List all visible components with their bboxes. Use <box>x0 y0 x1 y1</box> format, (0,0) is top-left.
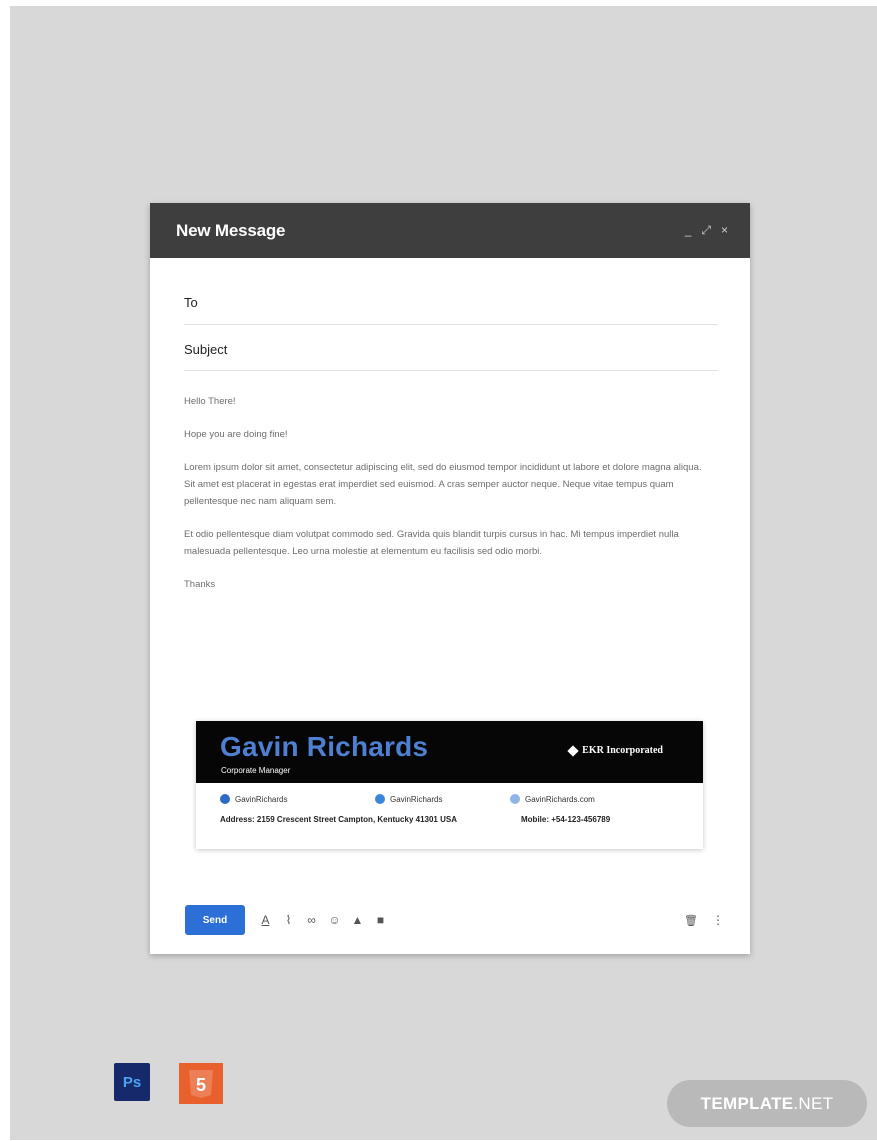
subject-field[interactable]: Subject <box>184 325 718 371</box>
compose-window: New Message _ ⤢ × To Subject Hello There… <box>150 203 750 954</box>
attach-icon[interactable]: ⌇ <box>282 913 295 927</box>
right-tools: 🗑 ⋮ <box>684 913 724 927</box>
to-label: To <box>184 295 198 310</box>
compose-toolbar: Send A ⌇ ∞ ☺ ▲ ■ 🗑 ⋮ <box>185 905 724 935</box>
message-paragraph: Lorem ipsum dolor sit amet, consectetur … <box>184 462 702 507</box>
website-link[interactable]: GavinRichards.com <box>510 794 595 804</box>
closing: Thanks <box>184 579 216 590</box>
drive-icon[interactable]: ▲ <box>351 913 364 927</box>
message-body[interactable]: Hello There! Hope you are doing fine! Lo… <box>184 393 704 609</box>
window-controls: _ ⤢ × <box>685 223 728 238</box>
close-icon[interactable]: × <box>721 223 728 238</box>
watermark-light: .NET <box>793 1093 834 1113</box>
more-options-icon[interactable]: ⋮ <box>712 913 724 927</box>
facebook-link[interactable]: GavinRichards <box>220 794 287 804</box>
to-field[interactable]: To <box>184 283 718 325</box>
globe-icon <box>510 794 520 804</box>
photo-icon[interactable]: ■ <box>374 913 387 927</box>
window-title: New Message <box>176 220 286 240</box>
link-icon[interactable]: ∞ <box>305 913 318 927</box>
emoji-icon[interactable]: ☺ <box>328 913 341 927</box>
company-logo: EKR Incorporated <box>567 744 663 757</box>
html5-label: 5 <box>196 1075 206 1095</box>
trash-icon[interactable]: 🗑 <box>684 914 698 927</box>
signature-role: Corporate Manager <box>221 766 291 775</box>
signature-mobile: Mobile: +54-123-456789 <box>521 815 611 824</box>
template-net-watermark: TEMPLATE .NET <box>667 1080 867 1127</box>
html5-badge: 5 <box>179 1063 223 1104</box>
message-line: Hope you are doing fine! <box>184 429 288 440</box>
facebook-handle: GavinRichards <box>235 794 288 804</box>
signature-address: Address: 2159 Crescent Street Campton, K… <box>220 815 457 824</box>
send-button[interactable]: Send <box>185 905 245 935</box>
watermark-bold: TEMPLATE <box>700 1093 794 1113</box>
minimize-icon[interactable]: _ <box>685 223 692 238</box>
company-diamond-icon <box>567 744 579 757</box>
facebook-icon <box>220 794 230 804</box>
signature-links: GavinRichards GavinRichards GavinRichard… <box>220 794 683 808</box>
signature-name: Gavin Richards <box>220 731 429 762</box>
twitter-handle: GavinRichards <box>390 794 443 804</box>
email-signature: Gavin Richards Corporate Manager EKR Inc… <box>196 721 703 849</box>
website-url: GavinRichards.com <box>525 794 595 804</box>
greeting: Hello There! <box>184 396 236 407</box>
format-text-icon[interactable]: A <box>259 913 272 927</box>
compose-titlebar: New Message _ ⤢ × <box>150 203 750 258</box>
twitter-link[interactable]: GavinRichards <box>375 794 442 804</box>
message-paragraph: Et odio pellentesque diam volutpat commo… <box>184 529 679 557</box>
company-name: EKR Incorporated <box>582 745 663 756</box>
expand-icon[interactable]: ⤢ <box>701 223 711 238</box>
subject-label: Subject <box>184 342 228 357</box>
signature-header: Gavin Richards Corporate Manager EKR Inc… <box>196 721 703 783</box>
photoshop-badge: Ps <box>114 1063 150 1101</box>
html5-shield-icon: 5 <box>189 1069 213 1098</box>
format-tools: A ⌇ ∞ ☺ ▲ ■ <box>259 913 387 927</box>
twitter-icon <box>375 794 385 804</box>
